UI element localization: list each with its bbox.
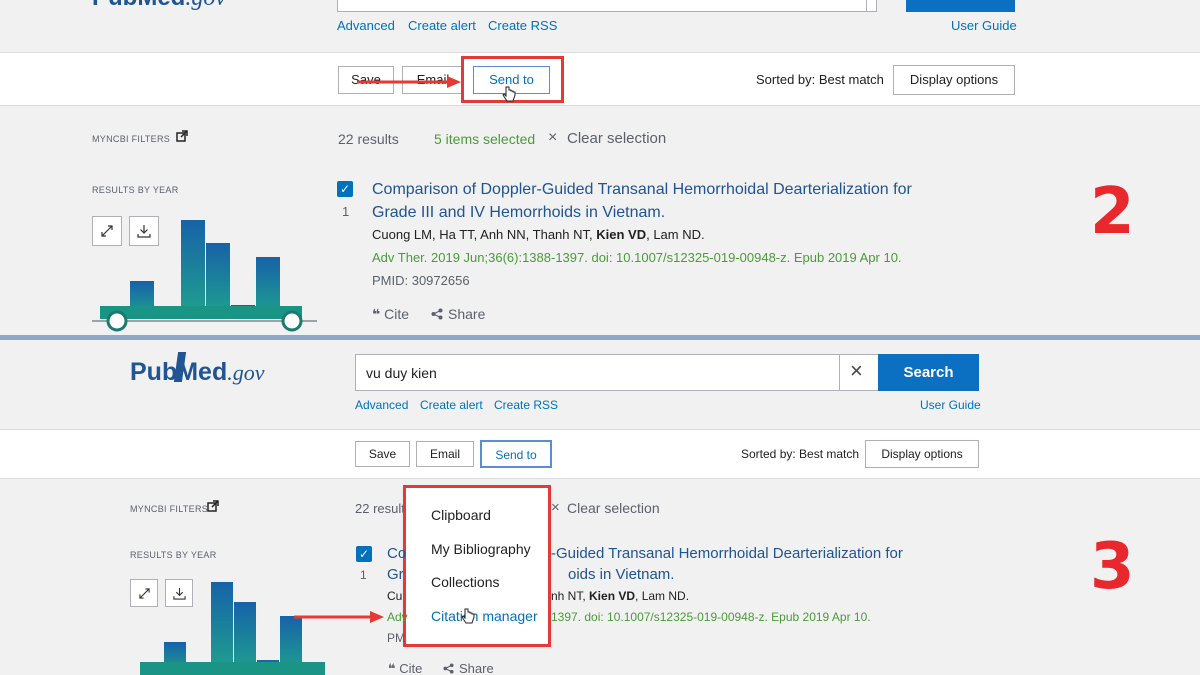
clear-selection-link[interactable]: Clear selection xyxy=(567,130,666,147)
clear-search-icon[interactable]: × xyxy=(850,358,863,384)
bottom-panel: PubMed.gov vu duy kien × Search Advanced… xyxy=(0,340,1200,675)
email-button[interactable]: Email xyxy=(416,441,474,467)
hand-cursor-icon xyxy=(502,86,516,102)
article-pmid-peek: PM xyxy=(387,631,405,645)
chart-wheel xyxy=(106,310,128,332)
items-selected: 5 items selected xyxy=(434,131,536,147)
myncbi-filters-label: MYNCBI FILTERS xyxy=(130,504,209,514)
article-index: 1 xyxy=(360,568,367,582)
results-by-year-chart[interactable] xyxy=(92,215,317,335)
search-input[interactable]: vu duy kien xyxy=(355,354,879,391)
top-toolbar xyxy=(0,52,1200,106)
article-authors-peek: Cu xyxy=(387,589,403,603)
checkmark-icon: ✓ xyxy=(358,547,370,561)
share-button[interactable]: Share xyxy=(431,306,485,322)
chart-base xyxy=(140,662,325,675)
results-count: 22 results xyxy=(338,131,399,147)
article-checkbox[interactable]: ✓ xyxy=(356,546,372,562)
quote-icon: ❝ xyxy=(388,661,396,675)
advanced-link[interactable]: Advanced xyxy=(337,18,395,33)
chart-base xyxy=(100,306,302,319)
article-pmid: PMID: 30972656 xyxy=(372,273,470,288)
create-alert-link[interactable]: Create alert xyxy=(420,398,483,412)
article-title-peek: Co Gr xyxy=(387,545,407,583)
year-bar xyxy=(181,220,205,319)
annotation-arrow-bottom xyxy=(294,611,384,623)
search-button[interactable]: Search xyxy=(878,354,979,391)
create-rss-link[interactable]: Create RSS xyxy=(494,398,558,412)
user-guide-link[interactable]: User Guide xyxy=(920,398,981,412)
year-bar xyxy=(211,582,233,675)
hand-cursor-icon xyxy=(461,608,475,624)
article-journal-partial: 1397. doi: 10.1007/s12325-019-00948-z. E… xyxy=(551,610,871,624)
external-link-icon[interactable] xyxy=(207,500,219,512)
step-number-2: 2 xyxy=(1090,175,1135,249)
quote-icon: ❝ xyxy=(372,306,381,322)
clear-selection-icon[interactable]: × xyxy=(551,499,560,516)
article-title-partial[interactable]: -Guided Transanal Hemorrhoidal Dearteria… xyxy=(551,543,903,585)
results-by-year-label: RESULTS BY YEAR xyxy=(130,550,217,560)
search-input-divider xyxy=(839,354,840,391)
article-authors: Cuong LM, Ha TT, Anh NN, Thanh NT, Kien … xyxy=(372,227,705,242)
share-button[interactable]: Share xyxy=(443,661,494,675)
article-checkbox[interactable]: ✓ xyxy=(337,181,353,197)
search-input-divider xyxy=(866,0,867,12)
create-alert-link[interactable]: Create alert xyxy=(408,18,476,33)
save-button[interactable]: Save xyxy=(355,441,410,467)
search-button[interactable] xyxy=(906,0,1015,12)
annotation-box-send-to-menu xyxy=(403,485,551,647)
user-guide-link[interactable]: User Guide xyxy=(951,18,1017,33)
advanced-link[interactable]: Advanced xyxy=(355,398,408,412)
pubmed-logo[interactable]: PubMed.gov xyxy=(130,358,264,387)
checkmark-icon: ✓ xyxy=(339,182,351,196)
myncbi-filters-label: MYNCBI FILTERS xyxy=(92,134,171,144)
results-by-year-label: RESULTS BY YEAR xyxy=(92,185,179,195)
display-options-button[interactable]: Display options xyxy=(865,440,979,468)
search-input[interactable] xyxy=(337,0,877,12)
top-panel: PubMed.gov Advanced Create alert Create … xyxy=(0,0,1200,335)
clear-selection-link[interactable]: Clear selection xyxy=(567,500,660,516)
article-authors-partial: nh NT, Kien VD, Lam ND. xyxy=(551,589,690,603)
pubmed-logo[interactable]: PubMed.gov xyxy=(92,0,226,12)
annotation-arrow-top xyxy=(357,76,461,88)
cite-button[interactable]: ❝ Cite xyxy=(388,661,422,675)
article-title[interactable]: Comparison of Doppler-Guided Transanal H… xyxy=(372,178,972,224)
bottom-toolbar xyxy=(0,429,1200,479)
create-rss-link[interactable]: Create RSS xyxy=(488,18,557,33)
clear-selection-icon[interactable]: × xyxy=(548,129,557,147)
share-icon xyxy=(431,308,443,320)
sorted-by-label: Sorted by: Best match xyxy=(756,72,884,87)
article-index: 1 xyxy=(342,204,350,219)
article-journal-peek: Adv xyxy=(387,610,408,624)
results-by-year-chart[interactable] xyxy=(130,580,335,675)
chart-wheel xyxy=(281,310,303,332)
sorted-by-label: Sorted by: Best match xyxy=(741,447,860,461)
step-number-3: 3 xyxy=(1090,530,1135,604)
cite-button[interactable]: ❝ Cite xyxy=(372,306,409,323)
article-journal: Adv Ther. 2019 Jun;36(6):1388-1397. doi:… xyxy=(372,250,902,265)
send-to-button[interactable]: Send to xyxy=(480,440,552,468)
share-icon xyxy=(443,663,454,674)
display-options-button[interactable]: Display options xyxy=(893,65,1015,95)
external-link-icon[interactable] xyxy=(176,130,188,142)
